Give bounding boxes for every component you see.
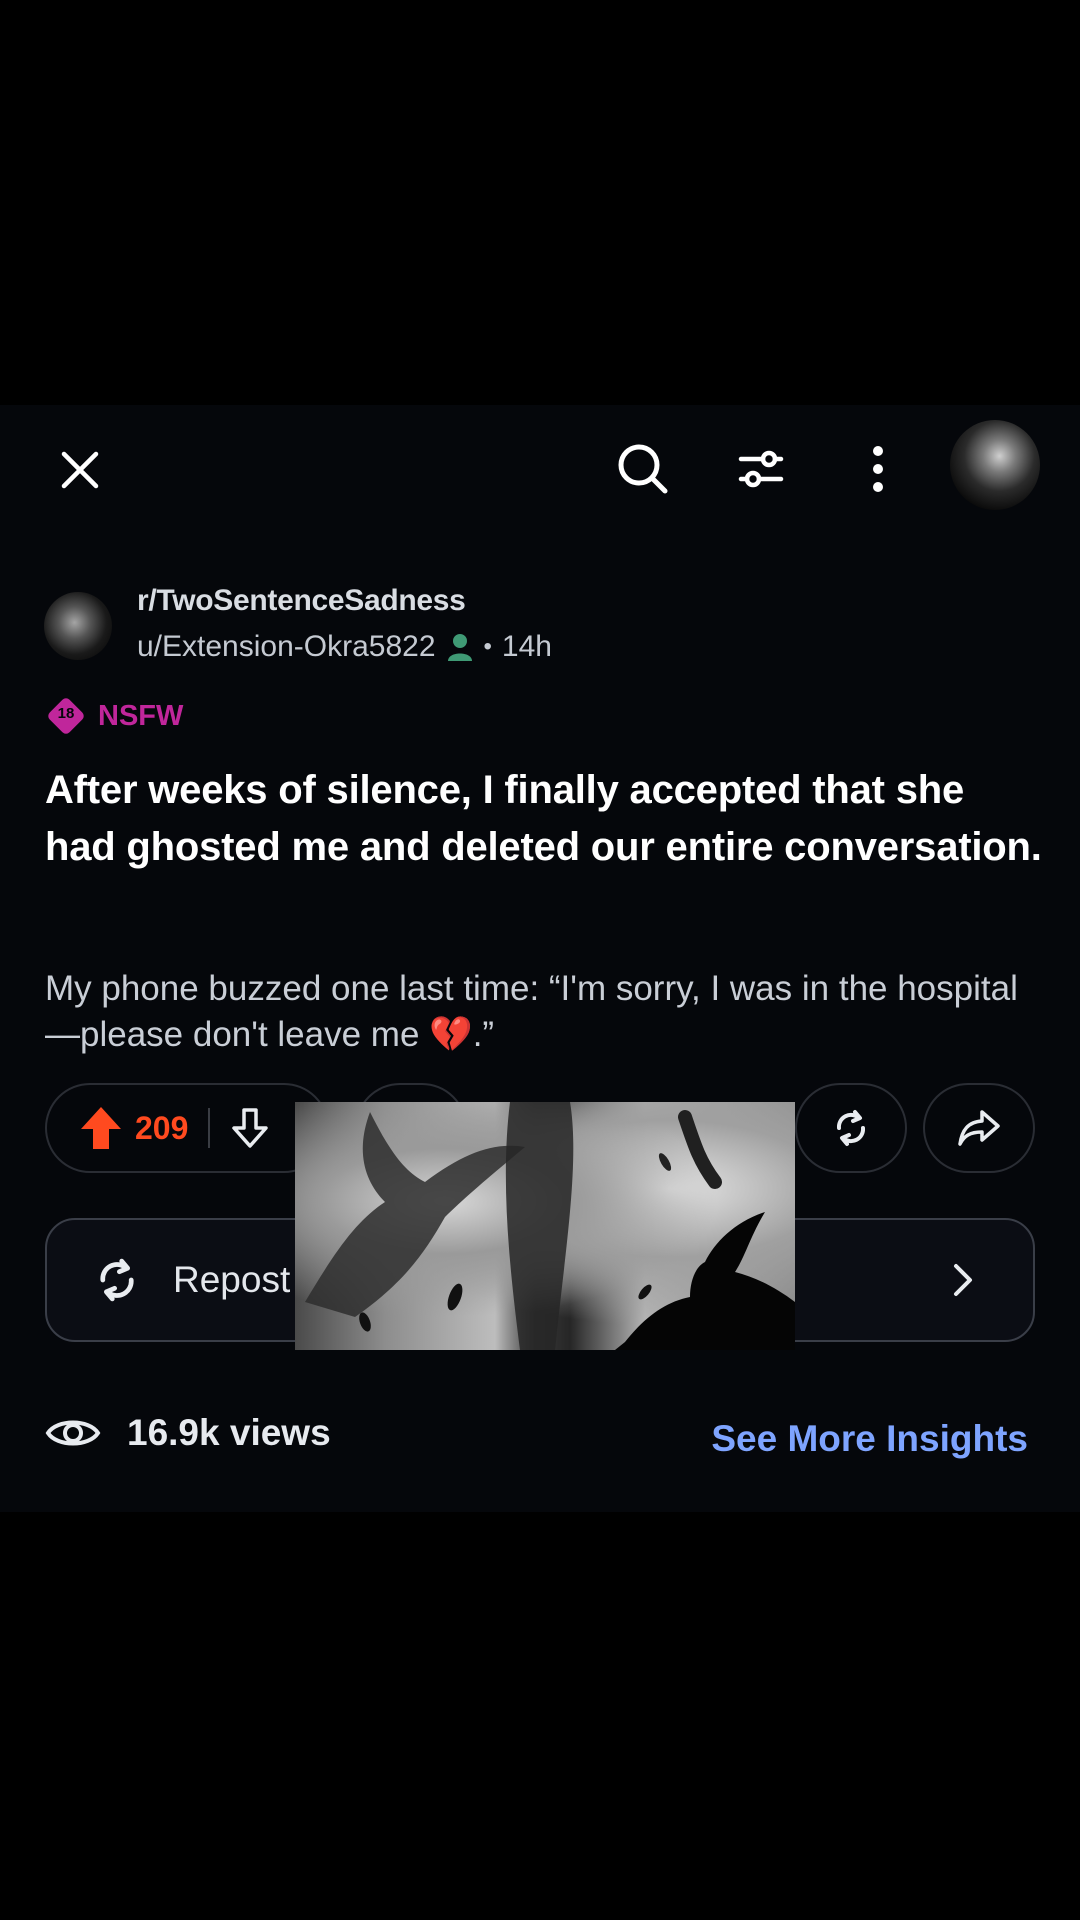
views-count: 16.9k views bbox=[127, 1412, 331, 1453]
vote-bar: 209 bbox=[45, 1083, 329, 1173]
post-body: My phone buzzed one last time: “I'm sorr… bbox=[45, 969, 1018, 1054]
user-avatar[interactable] bbox=[950, 420, 1040, 510]
upvote-count: 209 bbox=[135, 1109, 189, 1146]
upvote-button[interactable] bbox=[79, 1105, 123, 1151]
search-icon bbox=[618, 444, 668, 494]
crosspost-button[interactable] bbox=[795, 1083, 907, 1173]
downvote-icon bbox=[232, 1108, 269, 1148]
nsfw-badge-number: 18 bbox=[57, 705, 75, 722]
filter-button[interactable] bbox=[728, 436, 794, 502]
search-button[interactable] bbox=[610, 436, 676, 502]
username[interactable]: u/Extension-Okra5822 bbox=[137, 630, 436, 664]
online-user-icon bbox=[447, 634, 472, 661]
close-icon bbox=[61, 451, 99, 489]
close-button[interactable] bbox=[50, 440, 110, 500]
post-meta: u/Extension-Okra5822 • 14h bbox=[137, 630, 552, 664]
eye-icon bbox=[45, 1420, 101, 1446]
birds-illustration bbox=[305, 1102, 795, 1350]
repost-icon bbox=[836, 1110, 866, 1146]
repost-icon bbox=[100, 1258, 134, 1302]
vote-divider bbox=[208, 1108, 211, 1148]
nsfw-tag: 18 NSFW bbox=[46, 696, 183, 736]
more-button[interactable] bbox=[850, 436, 906, 502]
post-title: After weeks of silence, I finally accept… bbox=[45, 768, 1042, 869]
filter-icon bbox=[738, 450, 784, 488]
subreddit-name[interactable]: r/TwoSentenceSadness bbox=[137, 584, 466, 618]
downvote-button[interactable] bbox=[230, 1106, 270, 1150]
meta-separator: • bbox=[483, 633, 492, 660]
nsfw-icon: 18 bbox=[46, 696, 86, 736]
repost-label: Repost bbox=[173, 1259, 291, 1300]
views-stat: 16.9k views bbox=[45, 1412, 331, 1454]
share-icon bbox=[958, 1110, 1000, 1146]
share-button[interactable] bbox=[923, 1083, 1035, 1173]
overlay-image bbox=[295, 1102, 795, 1350]
nsfw-label: NSFW bbox=[98, 699, 184, 732]
more-vertical-icon bbox=[873, 446, 883, 492]
chevron-right-icon bbox=[954, 1264, 972, 1296]
subreddit-avatar[interactable] bbox=[44, 592, 112, 660]
see-more-insights-link[interactable]: See More Insights bbox=[711, 1418, 1028, 1460]
upvote-icon bbox=[81, 1107, 121, 1149]
post-time: 14h bbox=[501, 630, 552, 663]
